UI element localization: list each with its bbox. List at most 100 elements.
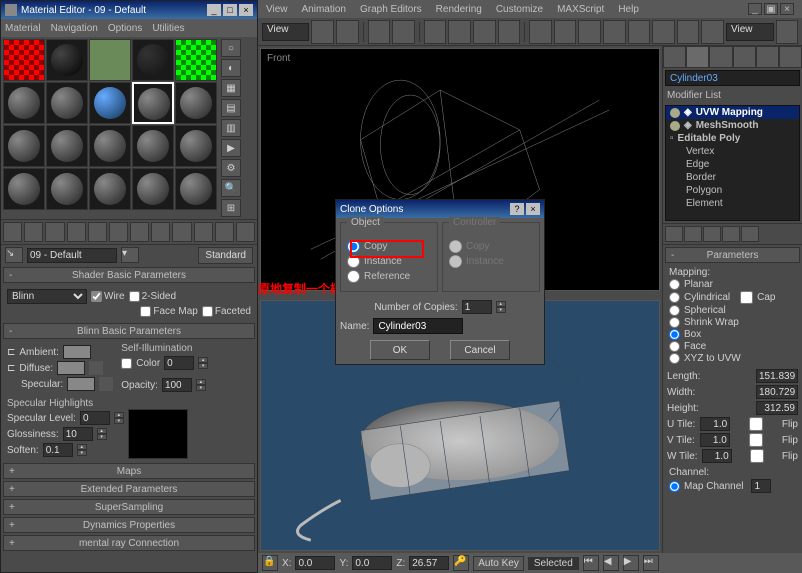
play-icon[interactable]: ◀ xyxy=(603,555,619,571)
show-map-icon[interactable] xyxy=(172,222,191,242)
spinner-down-icon[interactable]: ▾ xyxy=(198,363,208,369)
menu-graph-editors[interactable]: Graph Editors xyxy=(360,4,422,15)
diffuse-map-button[interactable] xyxy=(89,361,103,375)
spinner-down-icon[interactable]: ▾ xyxy=(77,450,87,456)
make-preview-icon[interactable]: ▶ xyxy=(221,139,241,157)
vtile-spinner[interactable] xyxy=(700,433,730,447)
specular-swatch[interactable] xyxy=(67,377,95,391)
subobject-polygon[interactable]: Polygon xyxy=(666,184,799,197)
menu-rendering[interactable]: Rendering xyxy=(436,4,482,15)
map-channel-spinner[interactable] xyxy=(751,479,771,493)
copy-radio[interactable] xyxy=(347,240,360,253)
spinner-down-icon[interactable]: ▾ xyxy=(97,434,107,440)
modify-tab[interactable] xyxy=(686,46,709,68)
modifier-meshsmooth[interactable]: ◈MeshSmooth xyxy=(666,119,799,132)
play-icon[interactable]: ⏭ xyxy=(643,555,659,571)
material-slot[interactable] xyxy=(46,82,88,124)
wflip-checkbox[interactable] xyxy=(736,449,778,463)
material-editor-titlebar[interactable]: Material Editor - 09 - Default _ □ × xyxy=(1,1,257,19)
toolbar-icon[interactable] xyxy=(448,20,471,44)
video-color-icon[interactable]: ▥ xyxy=(221,119,241,137)
map-channel-radio[interactable] xyxy=(669,481,680,492)
remove-modifier-icon[interactable] xyxy=(722,226,740,242)
soften-spinner[interactable] xyxy=(43,443,73,457)
get-material-icon[interactable] xyxy=(3,222,22,242)
instance-radio[interactable] xyxy=(347,255,360,268)
make-unique-icon[interactable] xyxy=(703,226,721,242)
material-slot[interactable] xyxy=(132,125,174,167)
z-coord-input[interactable] xyxy=(409,556,449,570)
material-slot-active[interactable] xyxy=(132,82,174,124)
faceted-checkbox[interactable] xyxy=(202,306,213,317)
toolbar-icon[interactable] xyxy=(603,20,626,44)
height-spinner[interactable] xyxy=(756,401,798,415)
maximize-button[interactable]: □ xyxy=(223,4,237,16)
subobject-edge[interactable]: Edge xyxy=(666,158,799,171)
create-tab[interactable] xyxy=(663,46,686,68)
reference-radio[interactable] xyxy=(347,270,360,283)
menu-options[interactable]: Options xyxy=(108,23,142,34)
toolbar-icon[interactable] xyxy=(529,20,552,44)
background-icon[interactable]: ▦ xyxy=(221,79,241,97)
material-slot[interactable] xyxy=(175,82,217,124)
two-sided-checkbox[interactable] xyxy=(129,291,140,302)
rollout-blinn-basic[interactable]: -Blinn Basic Parameters xyxy=(3,323,255,339)
toolbar-icon[interactable] xyxy=(776,20,799,44)
menu-material[interactable]: Material xyxy=(5,23,41,34)
length-spinner[interactable] xyxy=(756,369,798,383)
close-button[interactable]: × xyxy=(526,203,540,215)
selected-combo[interactable]: Selected xyxy=(528,557,579,570)
toolbar-icon[interactable] xyxy=(424,20,447,44)
cancel-button[interactable]: Cancel xyxy=(450,340,510,360)
face-map-checkbox[interactable] xyxy=(140,306,151,317)
spinner-down-icon[interactable]: ▾ xyxy=(196,385,206,391)
ok-button[interactable]: OK xyxy=(370,340,430,360)
self-illum-spinner[interactable] xyxy=(164,356,194,370)
toolbar-icon[interactable] xyxy=(652,20,675,44)
shader-type-select[interactable]: Blinn xyxy=(7,289,87,304)
toolbar-icon[interactable] xyxy=(628,20,651,44)
clone-dialog-titlebar[interactable]: Clone Options ? × xyxy=(336,200,544,218)
rollout-extended-params[interactable]: +Extended Parameters xyxy=(3,481,255,497)
mapping-planar-radio[interactable] xyxy=(669,279,680,290)
toolbar-icon[interactable] xyxy=(473,20,496,44)
lock-selection-icon[interactable]: 🔒 xyxy=(262,555,278,571)
mapping-xyz-radio[interactable] xyxy=(669,353,680,364)
material-nav-icon[interactable]: ⊞ xyxy=(221,199,241,217)
material-id-icon[interactable] xyxy=(151,222,170,242)
show-end-result-icon[interactable] xyxy=(194,222,213,242)
menu-help[interactable]: Help xyxy=(618,4,639,15)
minimize-button[interactable]: _ xyxy=(748,3,762,15)
display-tab[interactable] xyxy=(756,46,779,68)
rollout-supersampling[interactable]: +SuperSampling xyxy=(3,499,255,515)
vflip-checkbox[interactable] xyxy=(735,433,777,447)
spec-level-spinner[interactable] xyxy=(80,411,110,425)
make-unique-icon[interactable] xyxy=(109,222,128,242)
menu-navigation[interactable]: Navigation xyxy=(51,23,98,34)
modifier-editable-poly[interactable]: ▫Editable Poly xyxy=(666,132,799,145)
material-slot[interactable] xyxy=(175,125,217,167)
utilities-tab[interactable] xyxy=(779,46,802,68)
dropdown-icon[interactable]: ▾ xyxy=(121,247,139,263)
material-slot[interactable] xyxy=(46,168,88,210)
menu-view[interactable]: View xyxy=(266,4,288,15)
num-copies-spinner[interactable] xyxy=(462,300,492,314)
sample-uv-icon[interactable]: ▤ xyxy=(221,99,241,117)
configure-sets-icon[interactable] xyxy=(741,226,759,242)
help-button[interactable]: ? xyxy=(510,203,524,215)
material-slot[interactable] xyxy=(89,39,131,81)
menu-customize[interactable]: Customize xyxy=(496,4,543,15)
diffuse-swatch[interactable] xyxy=(57,361,85,375)
assign-material-icon[interactable] xyxy=(45,222,64,242)
autokey-button[interactable]: Auto Key xyxy=(473,556,524,571)
material-slot[interactable] xyxy=(89,125,131,167)
put-material-icon[interactable] xyxy=(24,222,43,242)
uflip-checkbox[interactable] xyxy=(735,417,777,431)
material-slot[interactable] xyxy=(175,39,217,81)
hierarchy-tab[interactable] xyxy=(709,46,732,68)
restore-button[interactable]: ▣ xyxy=(764,3,778,15)
specular-map-button[interactable] xyxy=(99,377,113,391)
material-slot[interactable] xyxy=(89,82,131,124)
material-slot[interactable] xyxy=(46,39,88,81)
menu-maxscript[interactable]: MAXScript xyxy=(557,4,604,15)
